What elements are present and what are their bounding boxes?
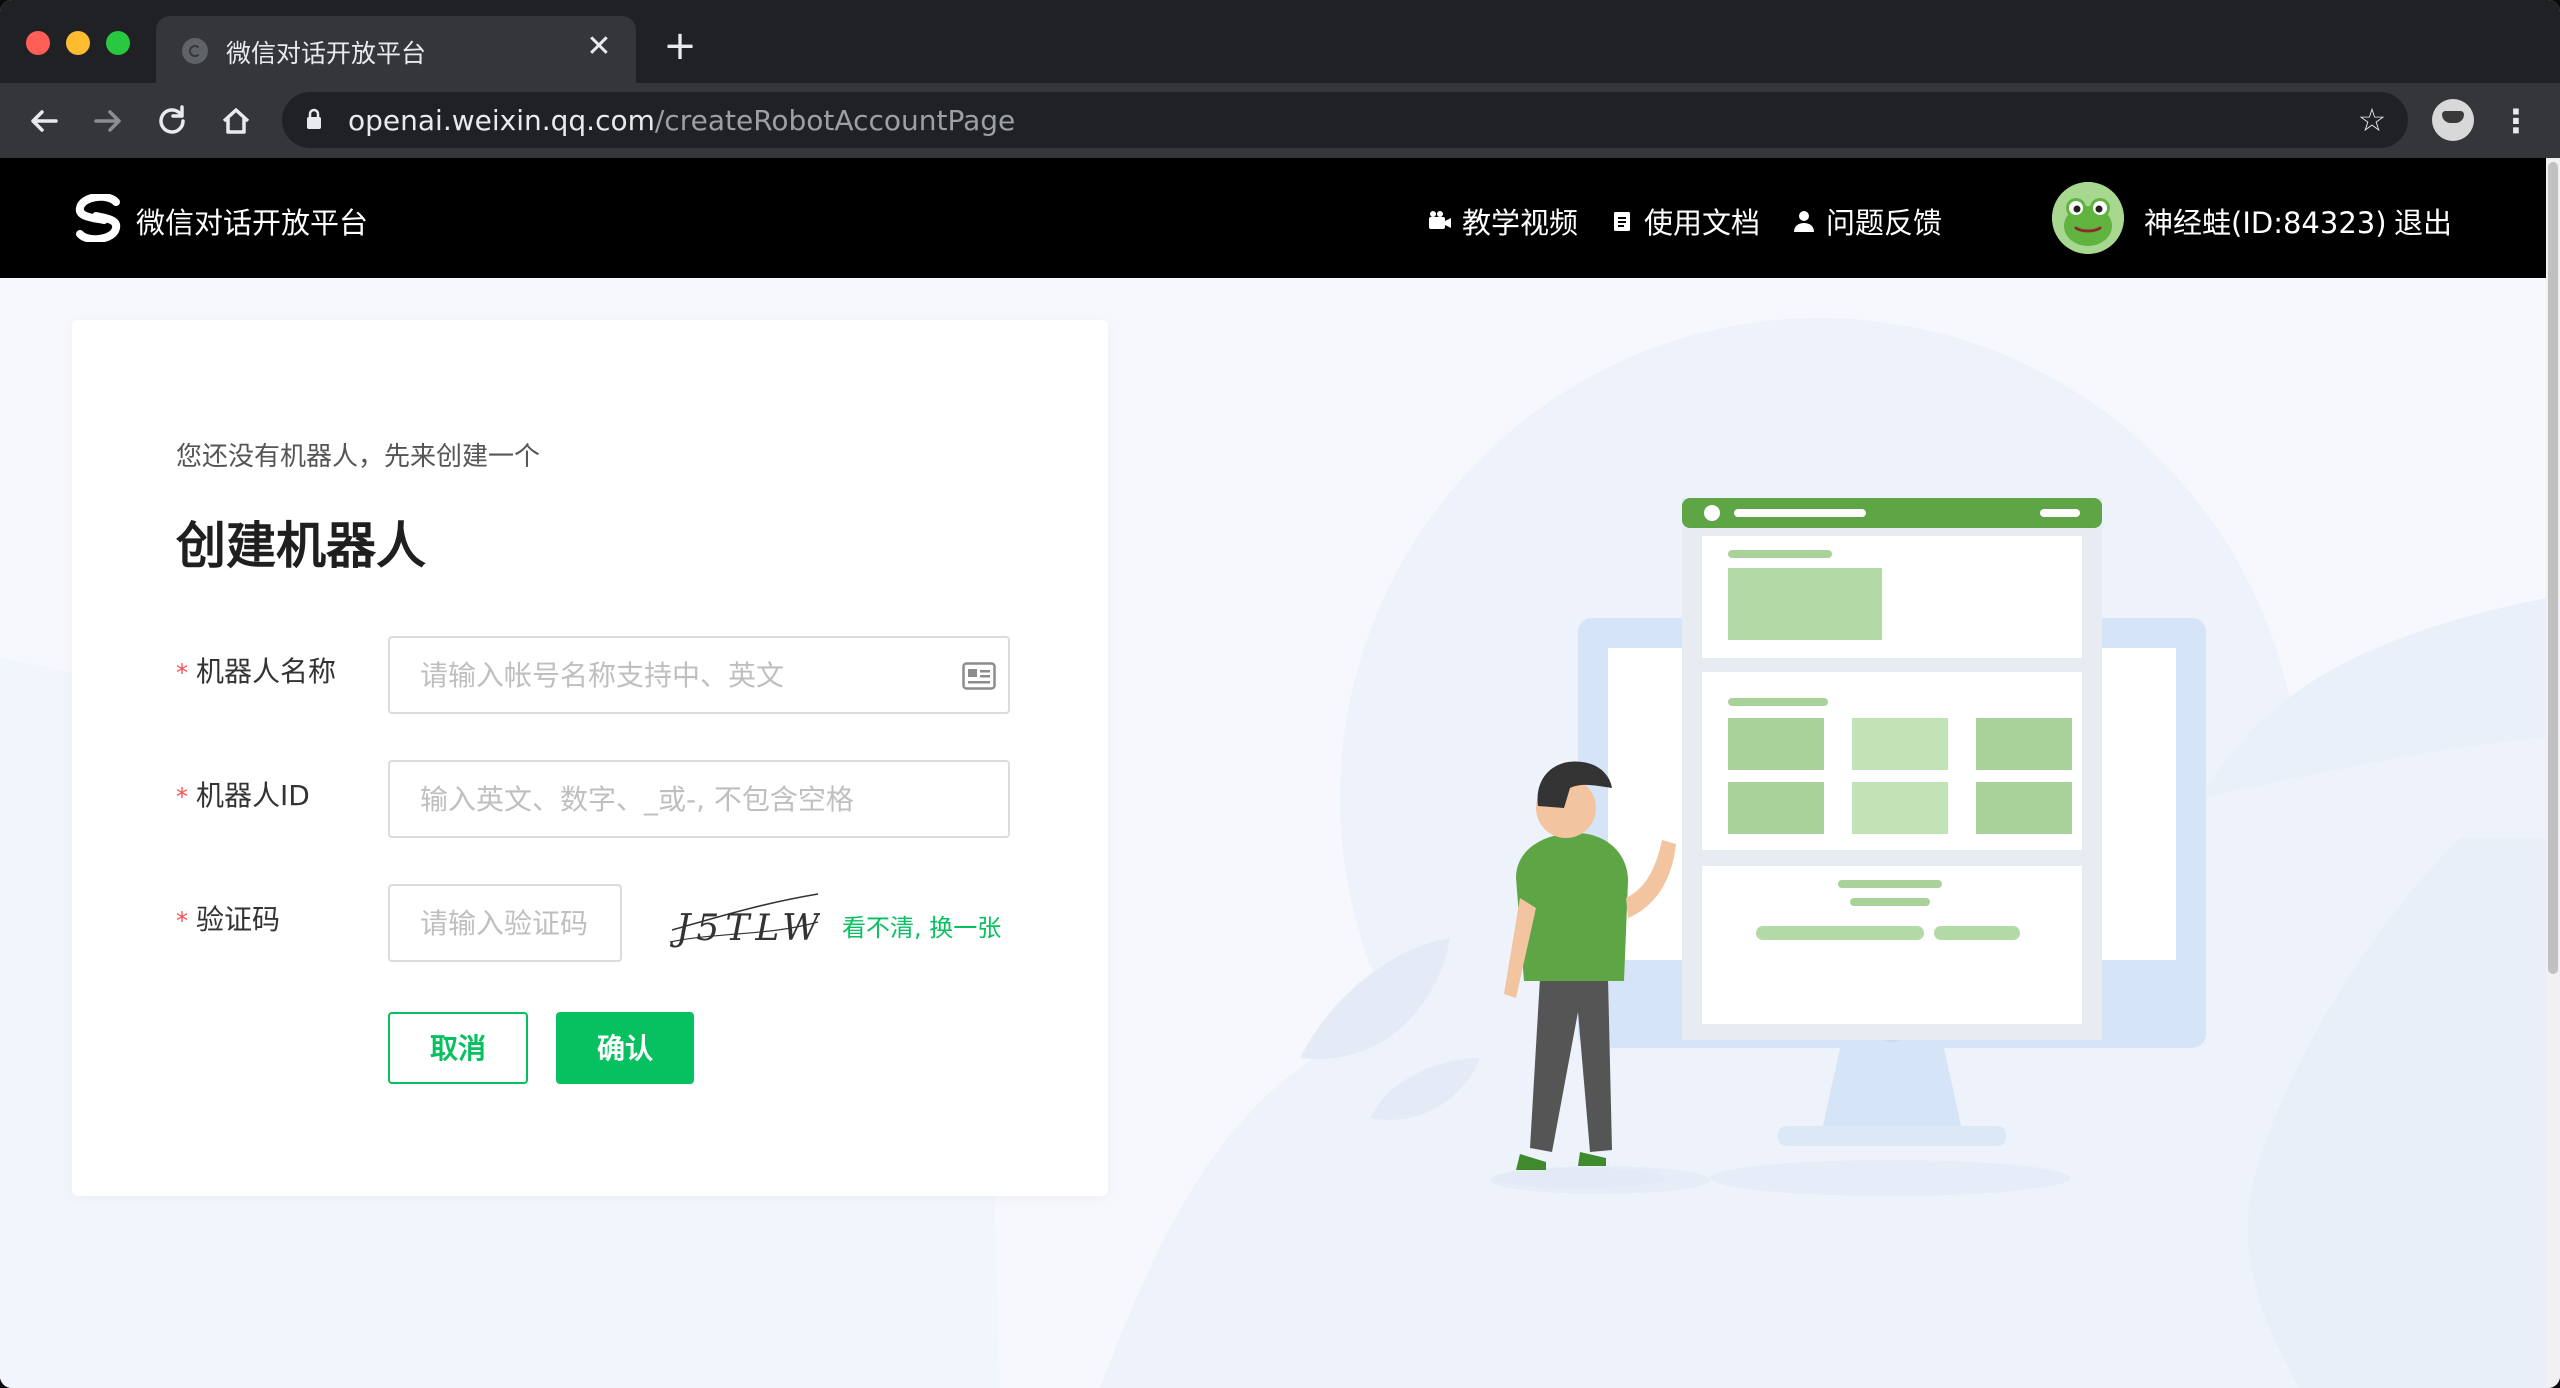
label-text: 机器人名称	[196, 655, 337, 688]
site-header: 微信对话开放平台 教学视频 使用文档 问题反馈 神经蛙(ID:84323) 退出	[0, 158, 2546, 278]
robot-id-input[interactable]	[388, 760, 1010, 838]
username[interactable]: 神经蛙(ID:84323)	[2144, 200, 2387, 242]
nav-tutorial-video[interactable]: 教学视频	[1428, 200, 1578, 242]
browser-toolbar: openai.weixin.qq.com/createRobotAccountP…	[0, 83, 2560, 158]
url-text: openai.weixin.qq.com/createRobotAccountP…	[348, 104, 1015, 137]
nav-documentation[interactable]: 使用文档	[1610, 200, 1760, 242]
captcha-text: J5TLW	[669, 908, 820, 949]
id-card-icon[interactable]	[962, 662, 996, 690]
captcha-image[interactable]: J5TLW	[668, 892, 820, 952]
scroll-thumb[interactable]	[2548, 162, 2558, 974]
wechat-dialog-logo[interactable]	[72, 194, 124, 242]
nav-label: 教学视频	[1462, 206, 1579, 240]
maximize-window-button[interactable]	[106, 31, 130, 55]
nav-label: 使用文档	[1644, 206, 1761, 240]
url-path: /createRobotAccountPage	[654, 104, 1016, 137]
user-avatar[interactable]	[2052, 182, 2124, 254]
scrollbar[interactable]	[2546, 158, 2560, 1388]
browser-window: 微信对话开放平台 ✕ + openai.weixin.qq.com/create…	[0, 0, 2560, 1388]
minimize-window-button[interactable]	[66, 31, 90, 55]
document-icon	[1614, 212, 1630, 231]
main-content: 您还没有机器人，先来创建一个 创建机器人 *机器人名称 *机器人ID *验证码 …	[0, 278, 2546, 1388]
url-host: openai.weixin.qq.com	[348, 104, 655, 137]
close-tab-icon[interactable]: ✕	[584, 32, 614, 62]
video-camera-icon	[1429, 211, 1451, 229]
profile-avatar[interactable]	[2432, 99, 2474, 141]
required-mark: *	[176, 783, 188, 811]
captcha-input[interactable]	[388, 884, 622, 962]
create-robot-card: 您还没有机器人，先来创建一个 创建机器人 *机器人名称 *机器人ID *验证码 …	[72, 320, 1108, 1196]
address-bar[interactable]: openai.weixin.qq.com/createRobotAccountP…	[282, 92, 2408, 148]
home-icon[interactable]	[216, 101, 256, 141]
reload-icon[interactable]	[152, 101, 192, 141]
star-icon[interactable]: ☆	[2352, 100, 2392, 140]
refresh-captcha-link[interactable]: 看不清, 换一张	[842, 908, 1001, 943]
forward-icon[interactable]	[88, 101, 128, 141]
nav-feedback[interactable]: 问题反馈	[1792, 200, 1942, 242]
logout-link[interactable]: 退出	[2394, 200, 2452, 242]
lock-icon	[307, 108, 321, 129]
robot-name-input[interactable]	[388, 636, 1010, 714]
back-icon[interactable]	[24, 101, 64, 141]
confirm-button[interactable]: 确认	[556, 1012, 694, 1084]
required-mark: *	[176, 659, 188, 687]
page-title: 创建机器人	[176, 517, 426, 575]
cancel-button[interactable]: 取消	[388, 1012, 528, 1084]
globe-icon	[182, 38, 208, 64]
new-tab-button[interactable]: +	[660, 26, 700, 68]
tab-strip: 微信对话开放平台 ✕ +	[0, 0, 2560, 83]
person-icon	[1794, 211, 1814, 232]
menu-icon[interactable]: ⋮	[2500, 101, 2532, 141]
nav-label: 问题反馈	[1826, 206, 1943, 240]
subtitle: 您还没有机器人，先来创建一个	[176, 442, 541, 472]
robot-name-label: * 机器人名称	[176, 650, 336, 690]
required-mark: *	[176, 907, 188, 935]
brand-name[interactable]: 微信对话开放平台	[136, 200, 368, 242]
robot-id-label: * 机器人ID	[176, 774, 310, 814]
label-text: 机器人ID	[196, 779, 310, 812]
captcha-label: * 验证码	[176, 898, 280, 938]
close-window-button[interactable]	[26, 31, 50, 55]
label-text: 验证码	[196, 903, 281, 936]
browser-tab[interactable]: 微信对话开放平台 ✕	[156, 16, 636, 83]
tab-title: 微信对话开放平台	[226, 39, 427, 68]
